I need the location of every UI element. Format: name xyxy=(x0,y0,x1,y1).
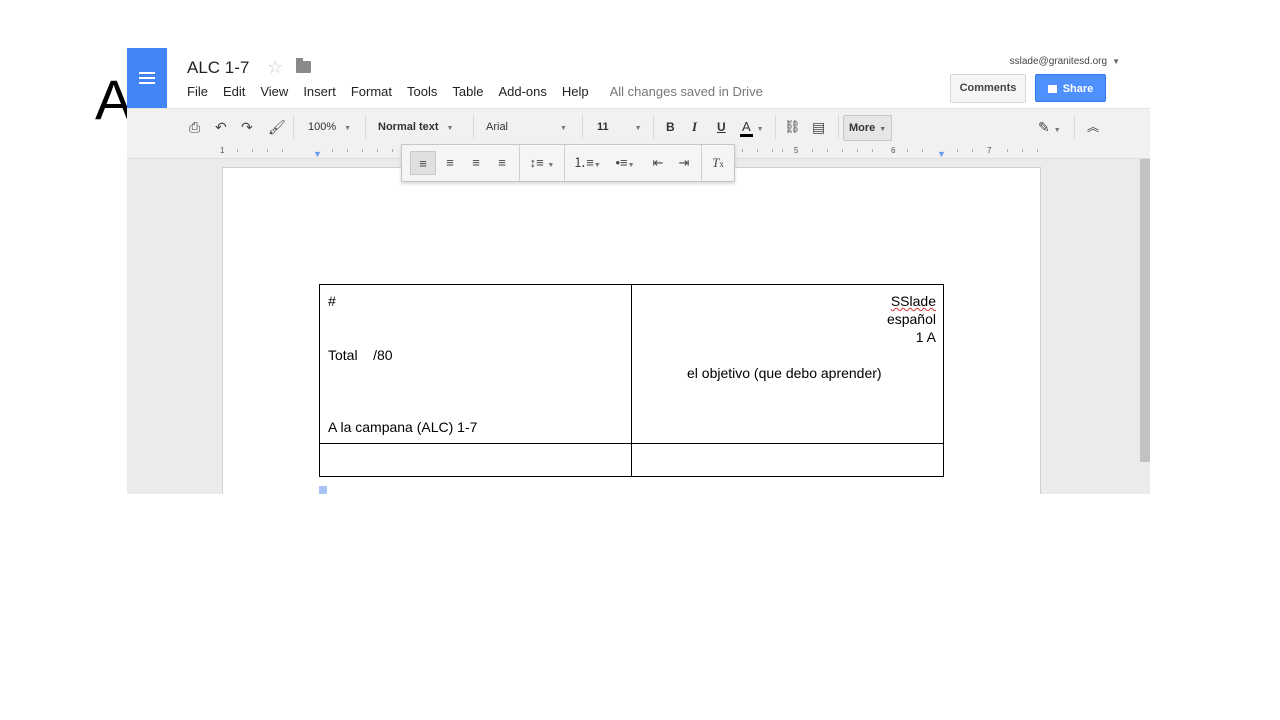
account-email: sslade@granitesd.org xyxy=(1009,56,1108,67)
menu-file[interactable]: File xyxy=(187,84,208,99)
comment-icon[interactable]: ▤ xyxy=(812,109,825,145)
style-value: Normal text xyxy=(378,121,439,133)
italic-button[interactable]: I xyxy=(692,109,697,145)
scrollbar[interactable] xyxy=(1140,159,1150,462)
text-color-button[interactable]: A ▼ xyxy=(740,109,764,145)
font-size-value: 11 xyxy=(597,121,609,133)
bold-button[interactable]: B xyxy=(666,109,675,145)
menu-bar: File Edit View Insert Format Tools Table… xyxy=(187,84,778,99)
align-right-icon[interactable]: ≡ xyxy=(464,151,488,175)
menu-table[interactable]: Table xyxy=(452,84,483,99)
ruler-number: 5 xyxy=(794,146,799,155)
subtitle-text: A la campana (ALC) 1-7 xyxy=(328,419,478,435)
redo-icon[interactable]: ↷ xyxy=(241,109,253,145)
save-status[interactable]: All changes saved in Drive xyxy=(610,84,763,99)
toolbar: ⎙ ↶ ↷ 🖌 100% ▼ Normal text ▼ Arial ▼ 11 ▼ B … xyxy=(127,108,1150,146)
undo-icon[interactable]: ↶ xyxy=(215,109,227,145)
name-text: SSlade xyxy=(890,293,936,309)
folder-icon[interactable] xyxy=(296,58,311,73)
menu-insert[interactable]: Insert xyxy=(303,84,336,99)
editing-mode-icon[interactable]: ✎ ▼ xyxy=(1038,109,1061,145)
doc-title[interactable]: ALC 1-7 xyxy=(187,58,249,78)
menu-edit[interactable]: Edit xyxy=(223,84,245,99)
line-spacing-icon[interactable]: ↕≡ ▼ xyxy=(525,151,559,175)
menu-view[interactable]: View xyxy=(260,84,288,99)
menu-tools[interactable]: Tools xyxy=(407,84,437,99)
share-button[interactable]: Share xyxy=(1035,74,1106,102)
zoom-select[interactable]: 100% ▼ xyxy=(308,109,351,145)
clear-formatting-icon[interactable]: Tx xyxy=(706,151,730,175)
numbered-list-icon[interactable]: ⒈≡▼ xyxy=(570,151,604,175)
menu-format[interactable]: Format xyxy=(351,84,392,99)
font-select[interactable]: Arial ▼ xyxy=(486,109,567,145)
table-cell[interactable] xyxy=(319,443,632,477)
bulleted-list-icon[interactable]: •≡▼ xyxy=(608,151,642,175)
table-cell[interactable] xyxy=(631,443,944,477)
text-color-label: A xyxy=(740,119,753,137)
share-label: Share xyxy=(1062,83,1094,95)
share-icon xyxy=(1047,85,1057,93)
paint-format-icon[interactable]: 🖌 xyxy=(268,109,286,145)
collapse-icon[interactable]: ︽ xyxy=(1087,109,1099,145)
menu-help[interactable]: Help xyxy=(562,84,589,99)
subject-text: español xyxy=(886,311,936,327)
align-center-icon[interactable]: ≡ xyxy=(438,151,462,175)
align-left-icon[interactable]: ≡ xyxy=(410,151,436,175)
increase-indent-icon[interactable]: ⇥ xyxy=(672,151,696,175)
selection-highlight xyxy=(319,486,327,494)
account-menu[interactable]: sslade@granitesd.org ▼ xyxy=(1010,56,1120,67)
indent-marker-icon[interactable]: ▼ xyxy=(313,149,322,159)
table-cell[interactable]: SSlade español 1 A el objetivo (que debo… xyxy=(631,284,944,444)
decrease-indent-icon[interactable]: ⇤ xyxy=(646,151,670,175)
table-cell[interactable]: # Total /80 A la campana (ALC) 1-7 xyxy=(319,284,632,444)
ruler-number: 6 xyxy=(891,146,896,155)
menu-addons[interactable]: Add-ons xyxy=(498,84,546,99)
print-icon[interactable]: ⎙ xyxy=(189,109,200,145)
docs-logo-icon[interactable] xyxy=(127,48,167,108)
more-label: More xyxy=(849,122,876,134)
ruler-number: 1 xyxy=(220,146,225,155)
font-size-select[interactable]: 11 ▼ xyxy=(597,109,642,145)
star-icon[interactable]: ☆ xyxy=(267,57,283,78)
class-text: 1 A xyxy=(915,329,936,345)
objective-text: el objetivo (que debo aprender) xyxy=(687,365,882,381)
right-indent-marker-icon[interactable]: ▼ xyxy=(937,149,946,159)
total-text: Total /80 xyxy=(328,347,393,363)
font-value: Arial xyxy=(486,121,509,133)
document-table[interactable]: # Total /80 A la campana (ALC) 1-7 SSlad… xyxy=(319,284,944,477)
zoom-value: 100% xyxy=(308,121,337,133)
ruler-number: 7 xyxy=(987,146,992,155)
docs-window: ALC 1-7 ☆ File Edit View Insert Format T… xyxy=(127,46,1150,494)
hash-text: # xyxy=(328,293,336,309)
style-select[interactable]: Normal text ▼ xyxy=(378,109,453,145)
document-canvas: # Total /80 A la campana (ALC) 1-7 SSlad… xyxy=(127,159,1150,494)
more-button[interactable]: More ▼ xyxy=(843,115,893,141)
document-page[interactable]: # Total /80 A la campana (ALC) 1-7 SSlad… xyxy=(222,167,1041,494)
comments-button[interactable]: Comments xyxy=(950,74,1026,103)
caret-down-icon: ▼ xyxy=(1112,57,1120,66)
underline-button[interactable]: U xyxy=(717,109,726,145)
link-icon[interactable]: ⛓ xyxy=(784,109,801,145)
justify-icon[interactable]: ≡ xyxy=(490,151,514,175)
more-toolbar-popup: ≡ ≡ ≡ ≡ ↕≡ ▼ ⒈≡▼ •≡▼ ⇤ ⇥ Tx xyxy=(401,144,735,182)
